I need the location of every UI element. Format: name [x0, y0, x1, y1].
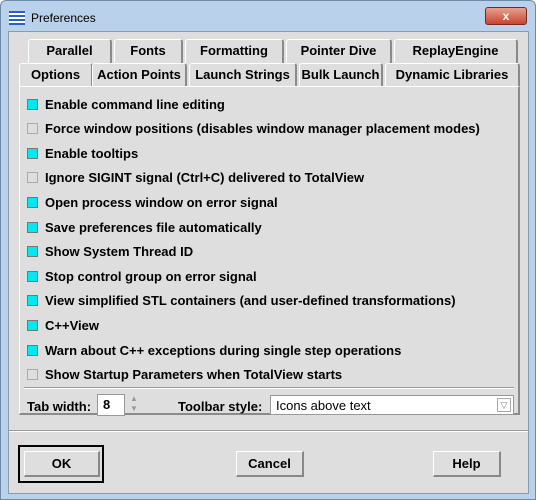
option-label: Show System Thread ID — [45, 244, 194, 260]
option-checkbox[interactable]: Open process window on error signal — [27, 193, 278, 211]
tab-formatting[interactable]: Formatting — [185, 39, 284, 63]
tab-options[interactable]: Options — [19, 63, 93, 87]
option-label: Enable tooltips — [45, 145, 139, 161]
checkbox-indicator[interactable] — [27, 221, 38, 233]
close-button[interactable]: x — [485, 7, 527, 25]
tab-replayengine[interactable]: ReplayEngine — [394, 39, 518, 63]
checkbox-indicator[interactable] — [27, 344, 38, 356]
tab-pointer-dive[interactable]: Pointer Dive — [286, 39, 392, 63]
tab-width-label: Tab width: — [27, 399, 92, 414]
chevron-down-icon[interactable]: ▽ — [497, 398, 511, 412]
option-checkbox[interactable]: Show Startup Parameters when TotalView s… — [27, 366, 342, 384]
option-label: C++View — [45, 317, 99, 333]
option-checkbox[interactable]: Force window positions (disables window … — [27, 120, 480, 138]
option-label: Force window positions (disables window … — [45, 121, 480, 137]
option-label: Enable command line editing — [45, 96, 225, 112]
option-label: Warn about C++ exceptions during single … — [45, 342, 402, 358]
checkbox-indicator[interactable] — [27, 319, 38, 331]
checkbox-indicator[interactable] — [27, 270, 38, 282]
tab-parallel[interactable]: Parallel — [28, 39, 112, 63]
checkbox-indicator[interactable] — [27, 246, 38, 258]
option-checkbox[interactable]: Enable command line editing — [27, 95, 225, 113]
option-checkbox[interactable]: Warn about C++ exceptions during single … — [27, 341, 401, 359]
option-checkbox[interactable]: Enable tooltips — [27, 144, 138, 162]
option-label: Open process window on error signal — [45, 194, 278, 210]
option-label: Show Startup Parameters when TotalView s… — [45, 367, 343, 383]
title-bar: Preferences — [9, 8, 96, 28]
window-title: Preferences — [31, 11, 96, 25]
help-button[interactable]: Help — [433, 451, 501, 477]
preferences-window: Preferences x Parallel Fonts Formatting Poi… — [0, 0, 536, 500]
toolbar-style-select[interactable]: Icons above text ▽ — [270, 395, 514, 415]
option-label: Save preferences file automatically — [45, 219, 262, 235]
dialog-client: Parallel Fonts Formatting Pointer Dive Repla… — [8, 31, 529, 494]
checkbox-indicator[interactable] — [27, 172, 38, 184]
divider — [24, 387, 514, 389]
option-checkbox[interactable]: Stop control group on error signal — [27, 267, 257, 285]
option-checkbox[interactable]: Save preferences file automatically — [27, 218, 262, 236]
cancel-button[interactable]: Cancel — [236, 451, 304, 477]
tab-width-spinner[interactable]: ▲ ▼ — [130, 394, 138, 414]
option-checkbox[interactable]: Ignore SIGINT signal (Ctrl+C) delivered … — [27, 169, 364, 187]
option-checkbox[interactable]: C++View — [27, 316, 99, 334]
tab-launch-strings[interactable]: Launch Strings — [189, 63, 297, 87]
options-panel: Enable command line editing Force window … — [19, 86, 520, 416]
option-label: View simplified STL containers (and user… — [45, 293, 456, 309]
tab-dynamic-libraries[interactable]: Dynamic Libraries — [385, 63, 520, 87]
tab-width-input[interactable]: 8 — [97, 394, 125, 416]
checkbox-indicator[interactable] — [27, 98, 38, 110]
ok-button[interactable]: OK — [24, 451, 100, 477]
option-label: Ignore SIGINT signal (Ctrl+C) delivered … — [45, 170, 365, 186]
checkbox-indicator[interactable] — [27, 196, 38, 208]
checkbox-indicator[interactable] — [27, 123, 38, 135]
footer-divider — [9, 430, 528, 432]
tab-bulk-launch[interactable]: Bulk Launch — [299, 63, 383, 87]
toolbar-style-label: Toolbar style: — [178, 399, 263, 414]
option-checkbox[interactable]: View simplified STL containers (and user… — [27, 292, 456, 310]
option-checkbox[interactable]: Show System Thread ID — [27, 243, 193, 261]
checkbox-indicator[interactable] — [27, 295, 38, 307]
checkbox-indicator[interactable] — [27, 369, 38, 381]
checkbox-indicator[interactable] — [27, 147, 38, 159]
app-icon — [9, 11, 25, 25]
option-label: Stop control group on error signal — [45, 268, 257, 284]
tab-fonts[interactable]: Fonts — [114, 39, 183, 63]
toolbar-style-value: Icons above text — [276, 398, 371, 413]
tab-action-points[interactable]: Action Points — [92, 63, 187, 87]
